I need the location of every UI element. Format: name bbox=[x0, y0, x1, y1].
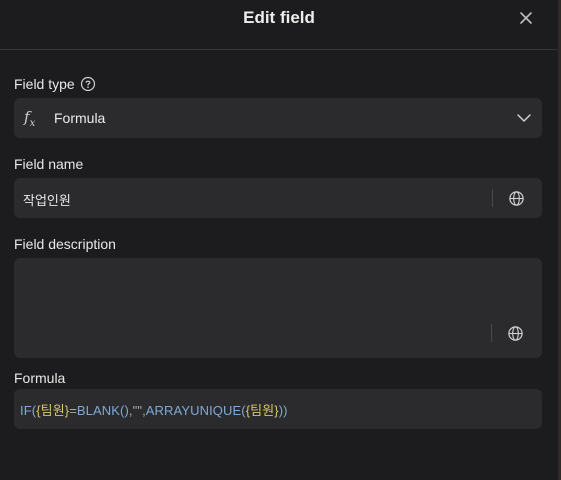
formula-token: )) bbox=[278, 403, 288, 418]
formula-token: "" bbox=[132, 403, 143, 418]
formula-editor[interactable]: IF({팀원}=BLANK(),"",ARRAYUNIQUE({팀원})) bbox=[14, 389, 542, 429]
formula-token: BLANK() bbox=[76, 403, 129, 418]
field-description-input[interactable] bbox=[14, 258, 542, 358]
field-type-label: Field type bbox=[14, 76, 75, 92]
field-name-label: Field name bbox=[14, 156, 84, 172]
field-name-input[interactable]: 작업인원 bbox=[14, 178, 542, 218]
help-icon[interactable] bbox=[80, 76, 96, 92]
field-type-value: Formula bbox=[54, 110, 106, 126]
formula-label: Formula bbox=[14, 370, 66, 386]
separator bbox=[492, 189, 493, 207]
formula-text: IF({팀원}=BLANK(),"",ARRAYUNIQUE({팀원})) bbox=[20, 400, 288, 419]
close-icon[interactable] bbox=[516, 8, 536, 28]
globe-icon[interactable] bbox=[507, 325, 524, 342]
dialog-header: Edit field bbox=[0, 0, 558, 50]
formula-token: {팀원} bbox=[36, 403, 70, 418]
separator bbox=[491, 324, 492, 342]
field-type-select[interactable]: fx Formula bbox=[14, 98, 542, 138]
globe-icon[interactable] bbox=[508, 190, 525, 207]
formula-token: {팀원} bbox=[245, 403, 279, 418]
formula-token: ARRAYUNIQUE( bbox=[145, 403, 246, 418]
fx-icon: fx bbox=[24, 108, 36, 129]
dialog-title: Edit field bbox=[243, 8, 315, 27]
field-name-value: 작업인원 bbox=[23, 193, 71, 208]
formula-token: = bbox=[69, 403, 77, 418]
formula-token: IF( bbox=[20, 403, 37, 418]
field-description-label: Field description bbox=[14, 236, 116, 252]
chevron-down-icon bbox=[517, 114, 531, 122]
